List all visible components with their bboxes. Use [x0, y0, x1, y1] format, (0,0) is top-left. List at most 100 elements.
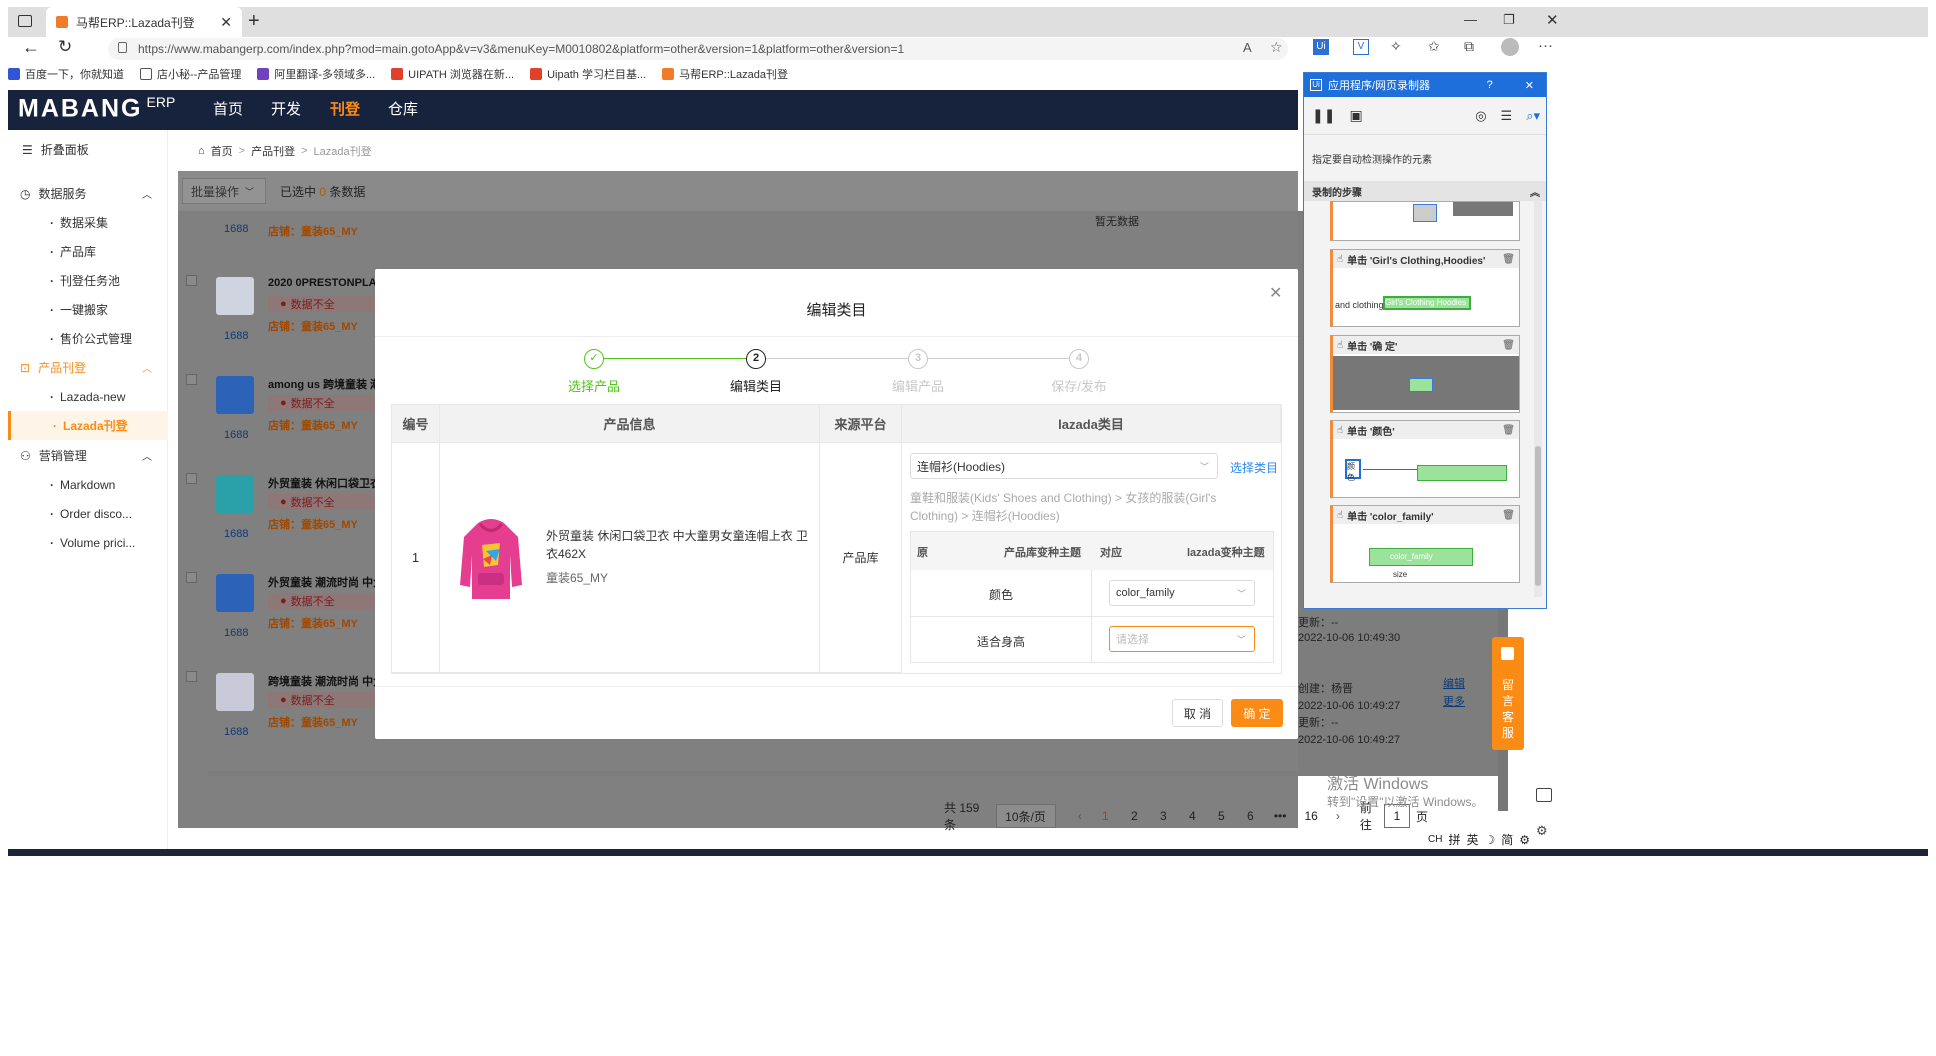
variant-select-color[interactable]: color_family ﹀ [1109, 580, 1255, 606]
page-number[interactable]: 5 [1216, 809, 1227, 823]
sidebar-item-price-formula[interactable]: 售价公式管理 [8, 324, 168, 353]
url-field[interactable]: https://www.mabangerp.com/index.php?mod=… [108, 38, 1288, 60]
zoom-icon[interactable]: ⌕▾ [1526, 108, 1540, 124]
row-source[interactable]: 1688 [224, 627, 248, 639]
row-checkbox[interactable] [186, 275, 197, 286]
step-card[interactable]: ☝ 单击 'color_family' 🗑 color_family size [1330, 505, 1520, 583]
sidebar-item-volume-pricing[interactable]: Volume prici... [8, 528, 168, 557]
step-card[interactable]: ☝ 单击 '颜色' 🗑 颜色 [1330, 420, 1520, 498]
page-number[interactable]: ••• [1274, 809, 1287, 823]
page-number[interactable]: 16 [1304, 809, 1317, 823]
row-checkbox[interactable] [186, 374, 197, 385]
page-number[interactable]: 3 [1158, 809, 1169, 823]
sidebar-item-one-click-move[interactable]: 一键搬家 [8, 295, 168, 324]
batch-operation-dropdown[interactable]: 批量操作 ﹀ [182, 178, 266, 204]
back-icon[interactable]: ← [22, 37, 40, 58]
next-page-icon[interactable]: › [1336, 809, 1340, 823]
sidebar-item-markdown[interactable]: Markdown [8, 470, 168, 499]
refresh-icon[interactable]: ↻ [58, 37, 72, 57]
delete-step-icon[interactable]: 🗑 [1502, 254, 1515, 265]
row-checkbox[interactable] [186, 671, 197, 682]
pause-icon[interactable]: ❚❚ [1312, 107, 1335, 124]
close-tab-icon[interactable]: ✕ [220, 14, 232, 31]
favorite-star-icon[interactable]: ☆ [1270, 39, 1283, 56]
step-card[interactable]: ☝ 单击 'Girl's Clothing,Hoodies' 🗑 and cloth… [1330, 249, 1520, 327]
sidebar-item-lazada-listing[interactable]: Lazada刊登 [8, 411, 168, 440]
step-card[interactable] [1330, 201, 1520, 241]
collapse-icon[interactable]: ︽ [1530, 184, 1540, 199]
bookmark-item[interactable]: 马帮ERP::Lazada刊登 [662, 66, 788, 82]
page-number[interactable]: 6 [1245, 809, 1256, 823]
sidebar-item-lazada-new[interactable]: Lazada-new [8, 382, 168, 411]
edit-link[interactable]: 编辑 [1443, 675, 1465, 691]
sidebar-item-data-collect[interactable]: 数据采集 [8, 208, 168, 237]
row-source[interactable]: 1688 [224, 223, 248, 235]
extensions-puzzle-icon[interactable]: ✧ [1390, 38, 1402, 55]
minimize-icon[interactable]: — [1464, 12, 1477, 27]
sidebar-item-product-library[interactable]: 产品库 [8, 237, 168, 266]
help-icon[interactable]: ? [1487, 79, 1493, 91]
collapse-panel-button[interactable]: ☰ 折叠面板 [8, 135, 168, 164]
nav-develop[interactable]: 开发 [271, 90, 301, 130]
row-title[interactable]: 外贸童装 休闲口袋卫衣 [268, 475, 381, 491]
page-number[interactable]: 1 [1100, 809, 1111, 823]
collections-icon[interactable]: ⧉ [1464, 38, 1474, 55]
delete-step-icon[interactable]: 🗑 [1502, 425, 1515, 436]
nav-home[interactable]: 首页 [213, 90, 243, 130]
sidebar-group-product-listing[interactable]: ⊡ 产品刊登 ︿ [8, 353, 168, 382]
choose-category-link[interactable]: 选择类目 [1230, 459, 1278, 476]
row-title[interactable]: 外贸童装 潮流时尚 中大 [268, 574, 384, 590]
nav-warehouse[interactable]: 仓库 [388, 90, 418, 130]
ime-lang[interactable]: CH [1428, 834, 1442, 845]
more-link[interactable]: 更多 [1443, 693, 1465, 709]
bookmark-item[interactable]: UIPATH 浏览器在新... [391, 66, 514, 82]
v-extension-icon[interactable]: V [1353, 39, 1369, 55]
feedback-tab[interactable]: 留言客服 [1492, 637, 1524, 750]
row-source[interactable]: 1688 [224, 429, 248, 441]
favorites-icon[interactable]: ✩ [1428, 38, 1440, 55]
page-size-select[interactable]: 10条/页 [996, 804, 1056, 828]
confirm-button[interactable]: 确 定 [1231, 699, 1283, 727]
variant-select-height[interactable]: 请选择 ﹀ [1109, 626, 1255, 652]
uipath-extension-icon[interactable]: Ui [1313, 39, 1329, 55]
ime-mode[interactable]: 英 [1466, 831, 1478, 848]
row-source[interactable]: 1688 [224, 330, 248, 342]
row-title[interactable]: 跨境童装 潮流时尚 中大 [268, 673, 384, 689]
row-checkbox[interactable] [186, 572, 197, 583]
tab-actions-icon[interactable] [18, 15, 32, 27]
close-window-icon[interactable]: ✕ [1546, 11, 1559, 29]
profile-avatar[interactable] [1501, 38, 1519, 56]
steps-scrollbar[interactable] [1534, 201, 1542, 597]
restore-icon[interactable]: ❐ [1503, 12, 1515, 28]
row-source[interactable]: 1688 [224, 726, 248, 738]
ime-pinyin[interactable]: 拼 [1448, 831, 1460, 848]
close-recorder-icon[interactable]: ✕ [1525, 79, 1534, 92]
steps-scrollbar-thumb[interactable] [1535, 446, 1541, 586]
bookmark-item[interactable]: 阿里翻译-多领域多... [257, 66, 375, 82]
delete-step-icon[interactable]: 🗑 [1502, 340, 1515, 351]
sidebar-item-task-pool[interactable]: 刊登任务池 [8, 266, 168, 295]
category-select[interactable]: 连帽衫(Hoodies) ﹀ [910, 453, 1218, 479]
step-card[interactable]: ☝ 单击 '确 定' 🗑 [1330, 335, 1520, 413]
sidebar-group-marketing[interactable]: ⚇ 营销管理 ︿ [8, 441, 168, 470]
sidebar-toggle-icon[interactable] [1536, 788, 1552, 802]
target-icon[interactable]: ◎ [1475, 108, 1486, 124]
breadcrumb-home[interactable]: 首页 [211, 143, 233, 159]
row-title[interactable]: 2020 0PRESTONPLAY [268, 277, 383, 289]
recorded-steps-header[interactable]: 录制的步骤 ︽ [1304, 181, 1546, 201]
row-source[interactable]: 1688 [224, 528, 248, 540]
sidebar-item-order-discount[interactable]: Order disco... [8, 499, 168, 528]
moon-icon[interactable]: ☽ [1484, 833, 1495, 847]
read-aloud-icon[interactable]: A [1243, 40, 1252, 55]
new-tab-icon[interactable]: + [248, 10, 260, 33]
bookmark-item[interactable]: 店小秘--产品管理 [140, 66, 241, 82]
page-number[interactable]: 4 [1187, 809, 1198, 823]
settings-gear-icon[interactable]: ⚙ [1519, 833, 1530, 847]
list-settings-icon[interactable]: ☰ [1501, 108, 1513, 124]
settings-gear-icon[interactable]: ⚙ [1536, 823, 1548, 839]
row-title[interactable]: among us 跨境童装 潮 [268, 376, 381, 392]
breadcrumb-product-listing[interactable]: 产品刊登 [251, 143, 295, 159]
close-dialog-icon[interactable]: ✕ [1269, 283, 1282, 303]
sidebar-group-data-service[interactable]: ◷ 数据服务 ︿ [8, 179, 168, 208]
save-icon[interactable]: ▣ [1349, 107, 1362, 124]
